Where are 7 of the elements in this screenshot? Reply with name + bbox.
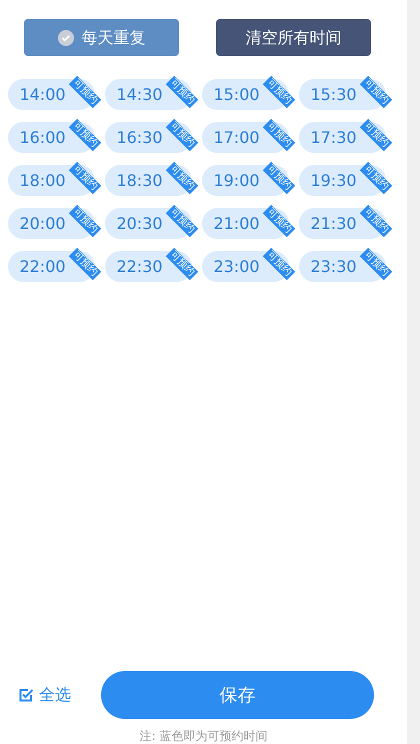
note-text: 注: 蓝色即为可预约时间 (140, 729, 268, 743)
repeat-button[interactable]: 每天重复 (24, 19, 179, 56)
clear-all-button[interactable]: 清空所有时间 (216, 19, 371, 56)
check-circle-icon (58, 30, 74, 46)
select-all-checkbox[interactable]: 全选 (18, 683, 71, 707)
save-button[interactable]: 保存 (101, 671, 374, 719)
checked-checkbox-icon (18, 687, 34, 703)
